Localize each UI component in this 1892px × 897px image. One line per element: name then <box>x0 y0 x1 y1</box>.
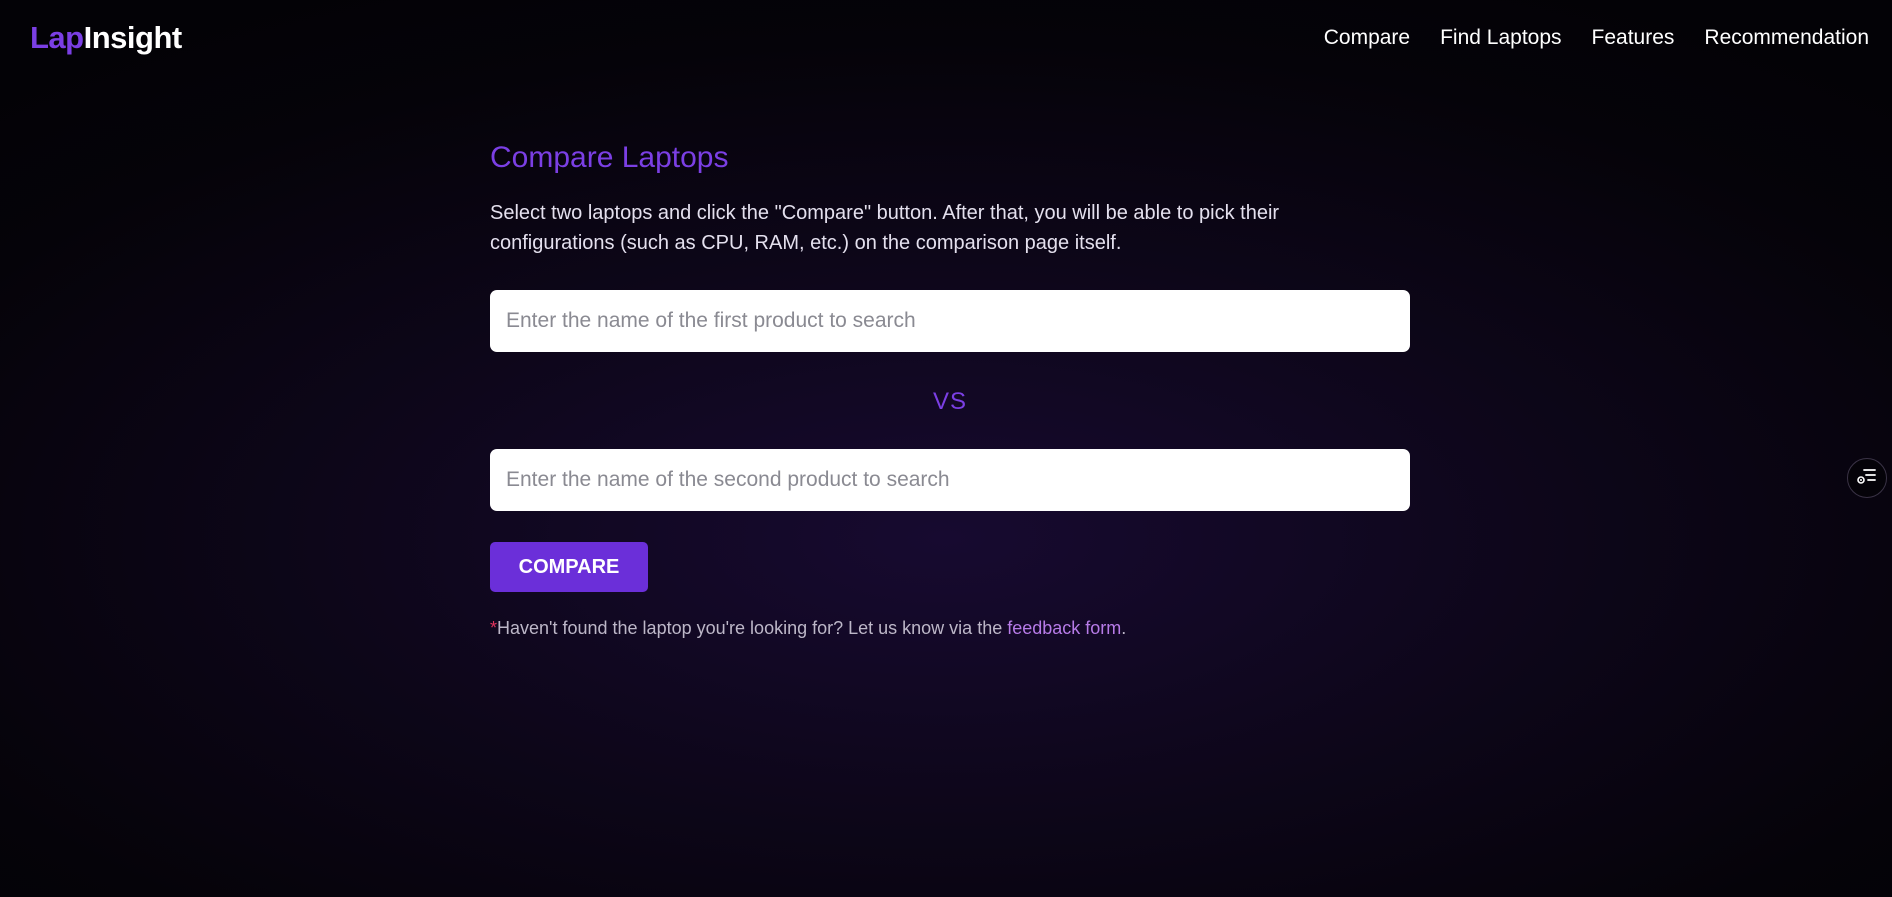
nav-compare[interactable]: Compare <box>1324 25 1410 51</box>
page-description: Select two laptops and click the "Compar… <box>490 202 1280 254</box>
compare-button[interactable]: COMPARE <box>490 542 648 592</box>
asterisk: * <box>490 618 498 638</box>
logo-lap: Lap <box>30 20 84 55</box>
feedback-note: *Haven't found the laptop you're looking… <box>490 616 1410 640</box>
main-nav: Compare Find Laptops Features Recommenda… <box>1294 25 1869 51</box>
compare-section: Compare Laptops Select two laptops and c… <box>490 140 1410 640</box>
feedback-form-link[interactable]: feedback form <box>1007 618 1121 638</box>
page-title: Compare Laptops <box>490 141 729 174</box>
feedback-note-text: Haven't found the laptop you're looking … <box>497 618 1008 638</box>
nav-recommendation[interactable]: Recommendation <box>1704 25 1869 51</box>
vs-label: VS <box>932 388 967 415</box>
logo[interactable]: LapInsight <box>30 20 182 56</box>
feedback-note-end: . <box>1121 618 1127 638</box>
list-settings-icon <box>1856 465 1878 492</box>
second-product-search-input[interactable] <box>490 449 1410 511</box>
nav-find-laptops[interactable]: Find Laptops <box>1440 25 1561 51</box>
logo-insight: Insight <box>83 20 183 55</box>
first-product-search-input[interactable] <box>490 290 1410 352</box>
site-header: LapInsight Compare Find Laptops Features… <box>0 0 1892 78</box>
nav-features[interactable]: Features <box>1592 25 1675 51</box>
floating-settings-button[interactable] <box>1847 458 1887 498</box>
